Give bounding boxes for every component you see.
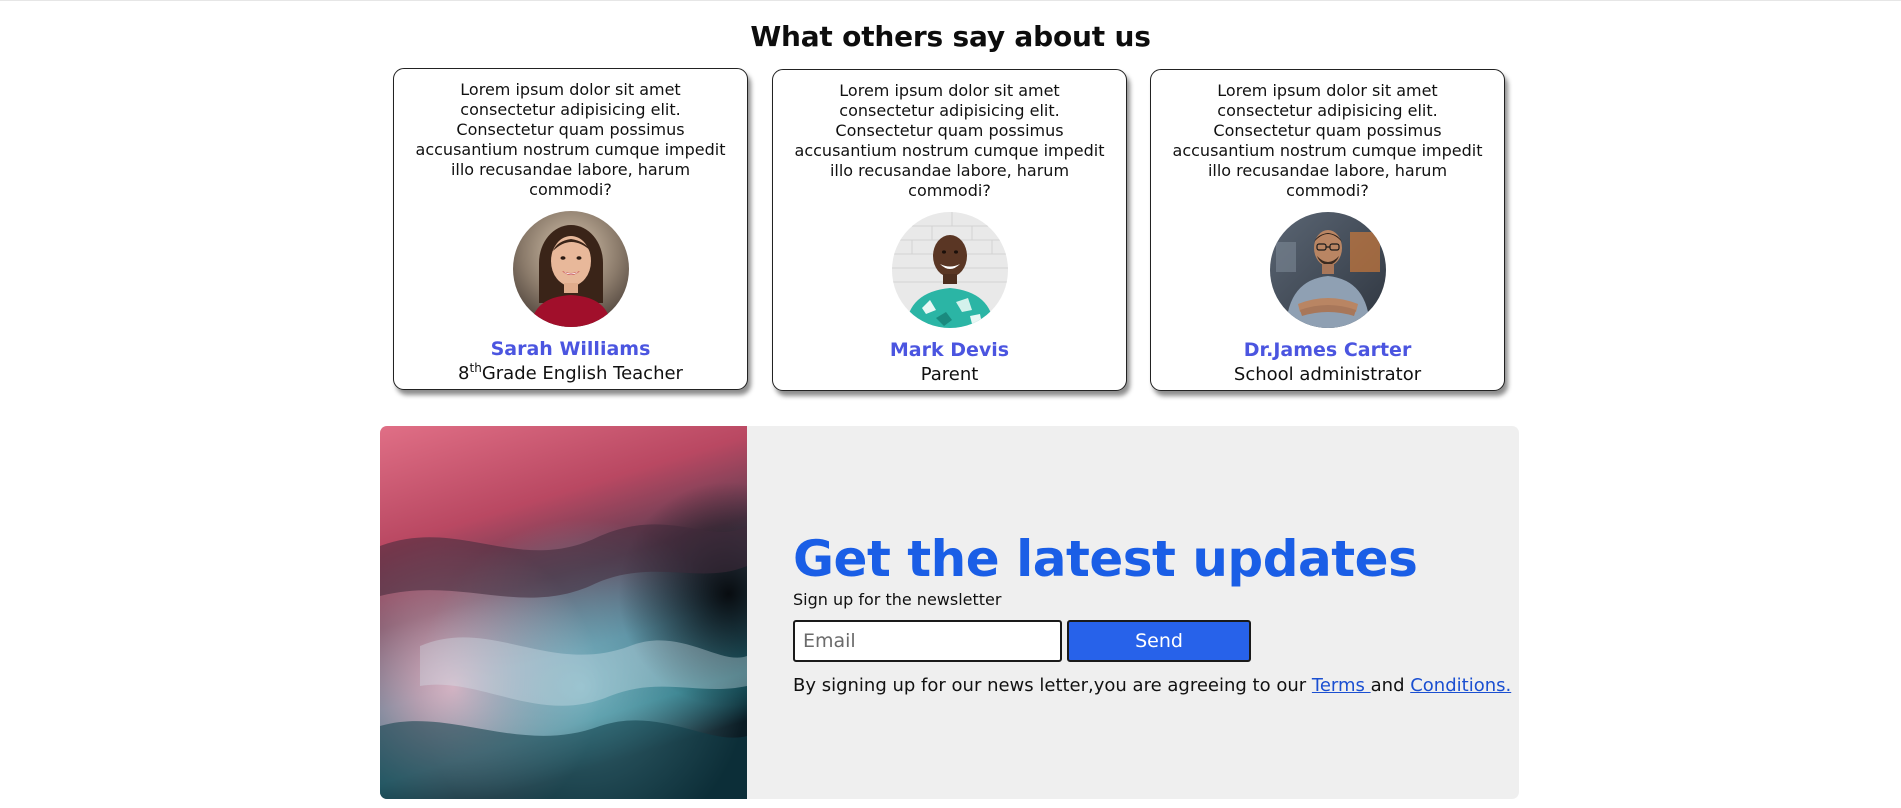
and-text: and <box>1370 675 1411 696</box>
avatar-james-carter <box>1269 212 1386 328</box>
avatar-mark-devis <box>891 212 1008 328</box>
person-role: School administrator <box>1233 364 1422 385</box>
newsletter-title: Get the latest updates <box>793 530 1418 588</box>
testimonial-card: Lorem ipsum dolor sit amet consectetur a… <box>393 68 748 390</box>
testimonial-quote: Lorem ipsum dolor sit amet consectetur a… <box>1172 81 1483 200</box>
avatar-sarah-williams <box>512 211 629 327</box>
testimonial-quote: Lorem ipsum dolor sit amet consectetur a… <box>794 81 1105 200</box>
person-name: Mark Devis <box>889 339 1010 361</box>
top-divider <box>0 0 1901 1</box>
agreement-text: By signing up for our news letter,you ar… <box>793 674 1511 698</box>
send-button[interactable]: Send <box>1067 620 1251 662</box>
role-suffix: Grade English Teacher <box>481 363 683 384</box>
agreement-lead: By signing up for our news letter,you ar… <box>793 675 1312 696</box>
terms-link[interactable]: Terms <box>1312 675 1371 696</box>
role-prefix: 8 <box>458 363 470 384</box>
testimonial-cards: Lorem ipsum dolor sit amet consectetur a… <box>393 68 1508 392</box>
newsletter-section: Get the latest updates Sign up for the n… <box>380 426 1519 799</box>
email-input[interactable] <box>793 620 1062 662</box>
newsletter-subtitle: Sign up for the newsletter <box>793 590 1002 609</box>
testimonial-quote: Lorem ipsum dolor sit amet consectetur a… <box>415 80 726 199</box>
newsletter-content: Get the latest updates Sign up for the n… <box>793 529 1511 698</box>
person-name: Dr.James Carter <box>1243 339 1412 361</box>
role-superscript: th <box>469 361 482 375</box>
testimonial-card: Lorem ipsum dolor sit amet consectetur a… <box>772 69 1127 391</box>
person-name: Sarah Williams <box>490 338 651 360</box>
abstract-ink-image <box>380 426 747 799</box>
testimonial-card: Lorem ipsum dolor sit amet consectetur a… <box>1150 69 1505 391</box>
signup-form: Send <box>793 620 1493 662</box>
conditions-link[interactable]: Conditions. <box>1410 675 1511 696</box>
person-role: 8thGrade English Teacher <box>394 362 747 386</box>
person-role: Parent <box>920 364 979 385</box>
testimonials-title: What others say about us <box>750 20 1151 53</box>
